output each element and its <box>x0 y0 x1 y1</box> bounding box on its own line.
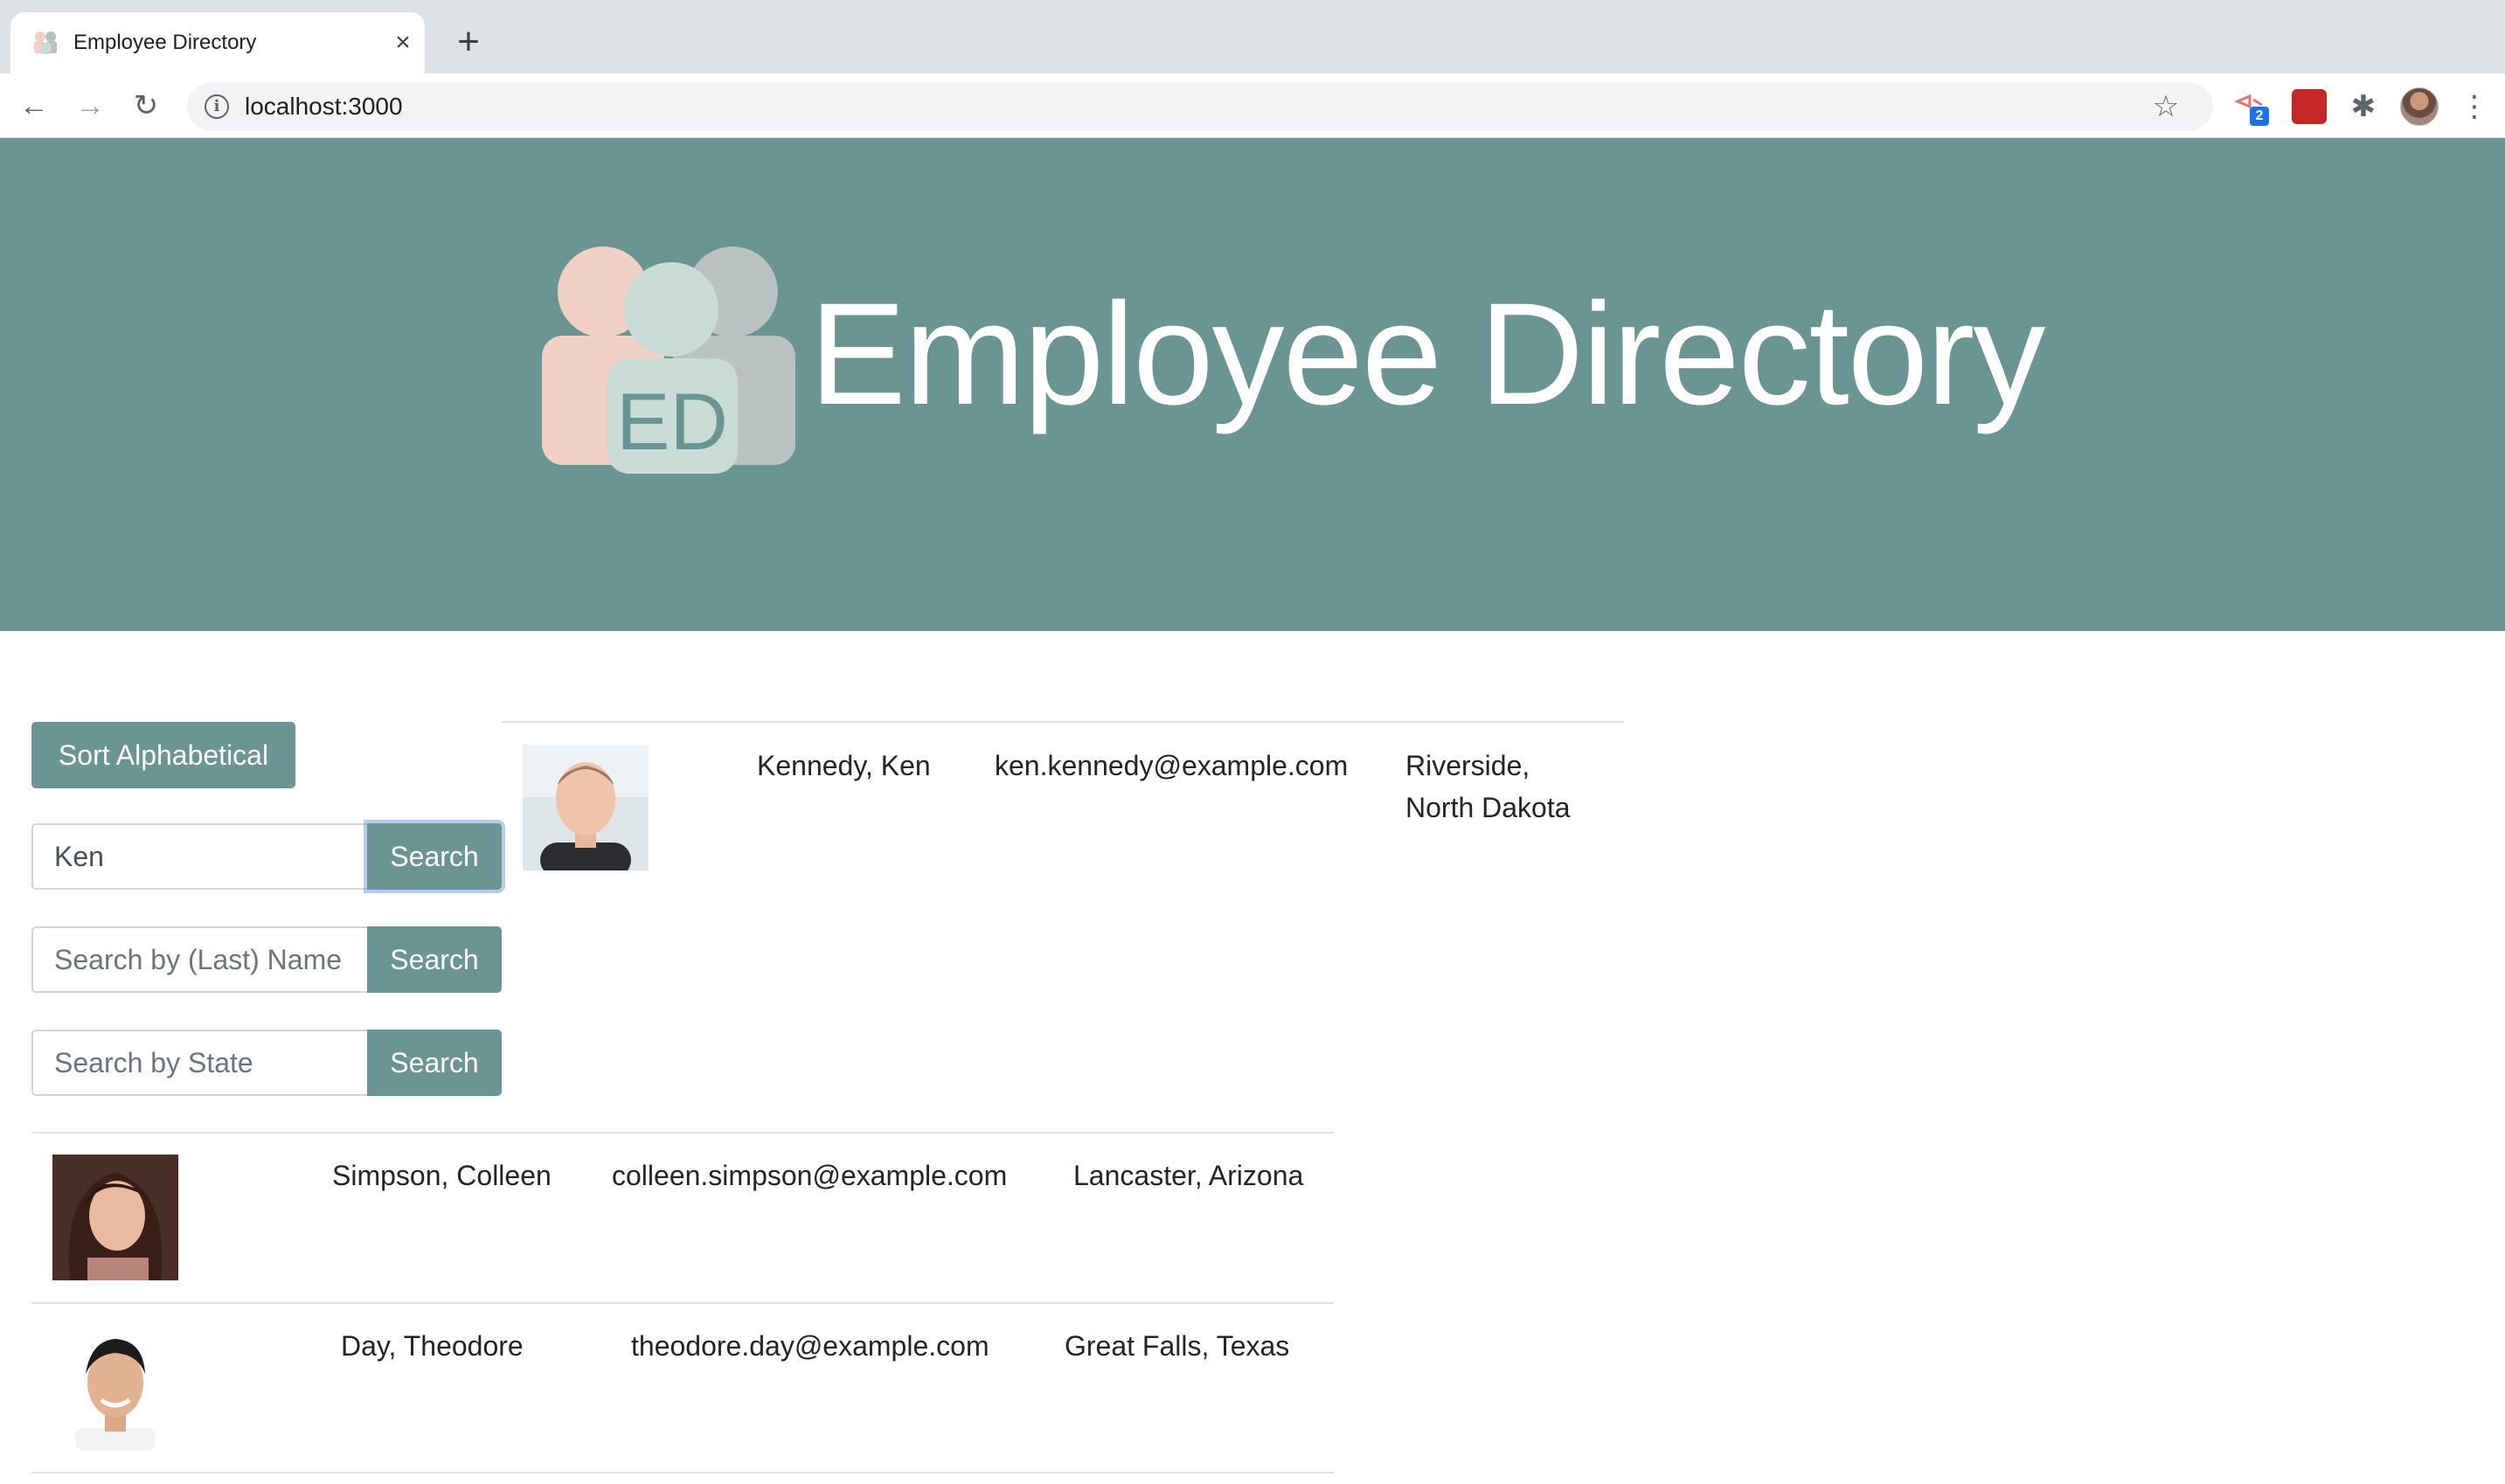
hero-banner: ED Employee Directory <box>0 138 2505 631</box>
row-divider <box>31 1132 1334 1134</box>
last-name-search-group: Search <box>31 926 502 993</box>
last-name-search-button[interactable]: Search <box>367 926 502 993</box>
employee-email: colleen.simpson@example.com <box>612 1160 1008 1191</box>
kebab-menu-icon[interactable]: ⋮ <box>2460 87 2489 126</box>
tab-favicon-icon <box>34 31 57 54</box>
back-arrow-icon[interactable]: ← <box>16 87 52 124</box>
employee-location: Lancaster, Arizona <box>1073 1160 1304 1191</box>
puzzle-extensions-icon[interactable]: ✱ <box>2346 89 2381 124</box>
employee-photo <box>523 745 649 870</box>
browser-tabstrip: Employee Directory × + <box>0 0 2505 73</box>
employee-email: ken.kennedy@example.com <box>995 750 1349 781</box>
employee-location: Riverside, North Dakota <box>1405 750 1571 823</box>
url-text[interactable]: localhost:3000 <box>245 93 403 121</box>
red-extension-icon[interactable] <box>2292 89 2327 124</box>
employee-photo <box>52 1325 178 1451</box>
first-name-search-group: Search <box>31 823 502 890</box>
extension-badge: 2 <box>2250 107 2269 126</box>
employee-name: Kennedy, Ken <box>757 750 931 781</box>
state-search-input[interactable] <box>31 1030 369 1096</box>
logo-icon: ED <box>542 246 795 474</box>
employee-location: Great Falls, Texas <box>1065 1330 1290 1362</box>
state-search-button[interactable]: Search <box>367 1030 502 1096</box>
row-divider <box>31 1472 1334 1474</box>
tab-title: Employee Directory <box>73 31 257 54</box>
browser-toolbar: ← → ↻ i localhost:3000 ☆ 2 ✱ ⋮ <box>0 73 2505 138</box>
row-divider <box>502 721 1624 723</box>
sort-alphabetical-button[interactable]: Sort Alphabetical <box>31 722 295 788</box>
forward-arrow-icon[interactable]: → <box>72 87 108 124</box>
employee-name: Day, Theodore <box>341 1330 524 1362</box>
row-divider <box>31 1302 1334 1304</box>
employee-name: Simpson, Colleen <box>332 1160 552 1191</box>
site-info-icon[interactable]: i <box>205 94 229 119</box>
state-search-group: Search <box>31 1030 502 1096</box>
employee-photo <box>52 1155 178 1280</box>
first-name-search-button[interactable]: Search <box>367 823 502 890</box>
page-title: Employee Directory <box>809 274 2045 435</box>
new-tab-icon[interactable]: + <box>451 23 486 61</box>
bookmark-star-icon[interactable]: ☆ <box>2148 89 2183 124</box>
logo-text: ED <box>616 378 728 467</box>
reload-icon[interactable]: ↻ <box>128 87 164 124</box>
close-tab-icon[interactable]: × <box>390 30 416 56</box>
last-name-search-input[interactable] <box>31 926 369 993</box>
browser-tab[interactable]: Employee Directory × <box>10 12 425 73</box>
address-bar[interactable]: i localhost:3000 ☆ <box>187 82 2213 131</box>
employee-email: theodore.day@example.com <box>631 1330 989 1362</box>
first-name-search-input[interactable] <box>31 823 369 890</box>
profile-avatar[interactable] <box>2400 87 2439 126</box>
extension-icon[interactable]: 2 <box>2234 89 2269 126</box>
